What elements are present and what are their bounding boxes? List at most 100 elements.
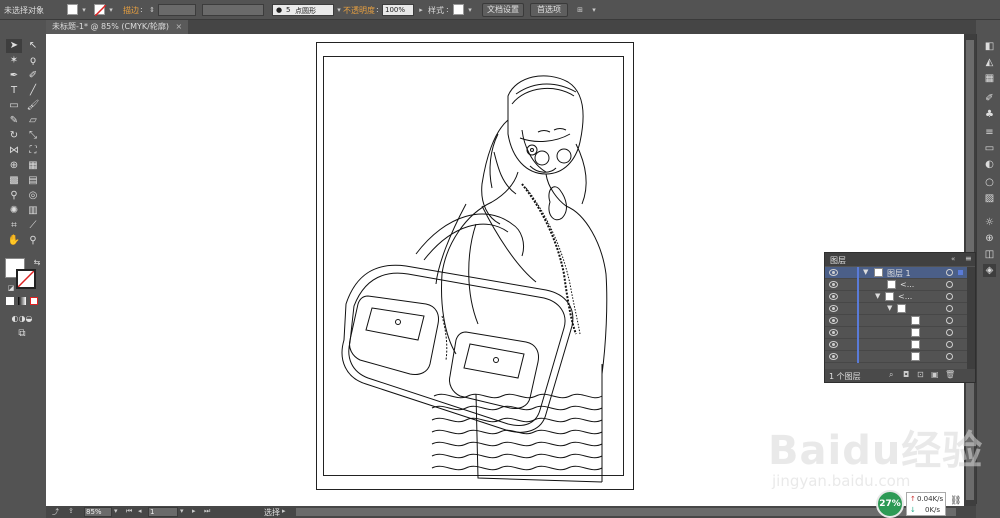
draw-modes-icon[interactable]: ◐◑◒ bbox=[4, 312, 40, 326]
network-usage-badge[interactable]: 27% bbox=[876, 490, 904, 518]
fill-dropdown-icon[interactable]: ▾ bbox=[80, 6, 88, 14]
artboard-dropdown-icon[interactable]: ▾ bbox=[180, 507, 184, 515]
stroke-weight-stepper-icon[interactable]: ⇕ bbox=[148, 6, 156, 14]
artboard-tool-icon[interactable]: ⌗ bbox=[6, 219, 22, 233]
eraser-tool-icon[interactable]: ▱ bbox=[25, 114, 41, 128]
target-circle-icon[interactable] bbox=[946, 305, 953, 312]
type-tool-icon[interactable]: T bbox=[6, 84, 22, 98]
pen-tool-icon[interactable]: ✒ bbox=[6, 69, 22, 83]
first-artboard-icon[interactable]: ⏮ bbox=[126, 507, 132, 516]
rotate-tool-icon[interactable]: ↻ bbox=[6, 129, 22, 143]
last-artboard-icon[interactable]: ⏭ bbox=[204, 507, 210, 516]
stroke-panel-icon[interactable]: ≡ bbox=[983, 126, 996, 139]
symbols-panel-icon[interactable]: ♣ bbox=[983, 108, 996, 121]
eyedropper-tool-icon[interactable]: ⚲ bbox=[6, 189, 22, 203]
stroke-label[interactable]: 描边 bbox=[123, 5, 139, 16]
swatches-panel-icon[interactable]: ▦ bbox=[983, 72, 996, 85]
target-circle-icon[interactable] bbox=[946, 317, 953, 324]
network-monitor[interactable]: 27% ↑ 0.04K/s ↓ 0K/s ⛓ bbox=[876, 488, 968, 518]
clipping-mask-icon[interactable]: ◘ bbox=[903, 370, 909, 379]
layers-panel-header[interactable]: 图层 « ≡ bbox=[825, 253, 975, 266]
visibility-eye-icon[interactable] bbox=[829, 281, 838, 288]
align-icon[interactable]: ⊞ bbox=[575, 6, 585, 14]
preferences-button[interactable]: 首选项 bbox=[530, 3, 568, 17]
layers-scrollbar[interactable] bbox=[967, 267, 975, 369]
layers-panel-title[interactable]: 图层 bbox=[830, 255, 846, 266]
target-circle-icon[interactable] bbox=[946, 269, 953, 276]
share-icon[interactable]: ⤴ bbox=[52, 507, 59, 517]
style-swatch[interactable] bbox=[453, 4, 464, 15]
symbol-sprayer-tool-icon[interactable]: ✺ bbox=[6, 204, 22, 218]
variable-width-profile[interactable] bbox=[202, 4, 264, 16]
zoom-field[interactable]: 85% bbox=[84, 507, 112, 517]
color-guide-icon[interactable]: ◭ bbox=[983, 56, 996, 69]
stroke-color-box[interactable] bbox=[16, 269, 36, 289]
perspective-grid-tool-icon[interactable]: ▦ bbox=[25, 159, 41, 173]
transform-panel-icon[interactable]: ⊕ bbox=[983, 232, 996, 245]
layer-row[interactable] bbox=[825, 315, 967, 327]
visibility-eye-icon[interactable] bbox=[829, 329, 838, 336]
target-circle-icon[interactable] bbox=[946, 329, 953, 336]
column-graph-tool-icon[interactable]: ▥ bbox=[25, 204, 41, 218]
brushes-panel-icon[interactable]: ✐ bbox=[983, 92, 996, 105]
fill-swatch[interactable] bbox=[67, 4, 78, 15]
layer-row[interactable] bbox=[825, 327, 967, 339]
curvature-tool-icon[interactable]: ✐ bbox=[25, 69, 41, 83]
stroke-dropdown-icon[interactable]: ▾ bbox=[107, 6, 115, 14]
shape-builder-tool-icon[interactable]: ⊕ bbox=[6, 159, 22, 173]
layer-row[interactable]: ▼ 图层 1 bbox=[825, 267, 967, 279]
visibility-eye-icon[interactable] bbox=[829, 353, 838, 360]
target-circle-icon[interactable] bbox=[946, 353, 953, 360]
opacity-label[interactable]: 不透明度 bbox=[343, 5, 375, 16]
lasso-tool-icon[interactable]: ϙ bbox=[25, 54, 41, 68]
zoom-dropdown-icon[interactable]: ▾ bbox=[114, 507, 118, 515]
zoom-tool-icon[interactable]: ⚲ bbox=[25, 234, 41, 248]
graphic-styles-panel-icon[interactable]: ▨ bbox=[983, 192, 996, 205]
swap-colors-icon[interactable]: ⇆ bbox=[29, 256, 45, 270]
hand-tool-icon[interactable]: ✋ bbox=[6, 234, 22, 248]
target-circle-icon[interactable] bbox=[946, 281, 953, 288]
transparency-panel-icon[interactable]: ◐ bbox=[983, 158, 996, 171]
brush-dropdown-icon[interactable]: ▾ bbox=[335, 6, 343, 14]
magic-wand-tool-icon[interactable]: ✶ bbox=[6, 54, 22, 68]
stroke-swatch[interactable] bbox=[94, 4, 106, 16]
blend-tool-icon[interactable]: ◎ bbox=[25, 189, 41, 203]
selection-indicator[interactable] bbox=[958, 270, 963, 275]
appearance-panel-icon[interactable]: ○ bbox=[983, 176, 996, 189]
direct-selection-tool-icon[interactable]: ↖ bbox=[25, 39, 41, 53]
visibility-eye-icon[interactable] bbox=[829, 305, 838, 312]
opacity-field[interactable]: 100% bbox=[382, 4, 414, 16]
scale-tool-icon[interactable]: ⤡ bbox=[25, 129, 41, 143]
target-circle-icon[interactable] bbox=[946, 341, 953, 348]
locate-object-icon[interactable]: ⌕ bbox=[889, 370, 893, 380]
expand-triangle-icon[interactable]: ▼ bbox=[863, 268, 868, 276]
previous-artboard-icon[interactable]: ◂ bbox=[138, 507, 142, 515]
rectangle-tool-icon[interactable]: ▭ bbox=[6, 99, 22, 113]
visibility-eye-icon[interactable] bbox=[829, 269, 838, 276]
align-panel-icon[interactable]: ◫ bbox=[983, 248, 996, 261]
layer-name[interactable]: 图层 1 bbox=[887, 268, 911, 279]
paintbrush-tool-icon[interactable]: 🖌 bbox=[25, 99, 41, 113]
collapse-panel-icon[interactable]: « bbox=[951, 255, 955, 263]
brush-definition[interactable]: ● 5 点圆形 bbox=[272, 4, 334, 16]
layers-panel-icon[interactable]: ◈ bbox=[983, 264, 996, 277]
width-tool-icon[interactable]: ⋈ bbox=[6, 144, 22, 158]
free-transform-tool-icon[interactable]: ⛶ bbox=[25, 144, 41, 158]
opacity-arrow-icon[interactable]: ▸ bbox=[417, 6, 425, 14]
pencil-tool-icon[interactable]: ✎ bbox=[6, 114, 22, 128]
mesh-tool-icon[interactable]: ▩ bbox=[6, 174, 22, 188]
target-circle-icon[interactable] bbox=[946, 293, 953, 300]
default-colors-icon[interactable]: ◪ bbox=[3, 281, 19, 295]
close-tab-icon[interactable]: × bbox=[176, 20, 183, 34]
artboard-field[interactable]: 1 bbox=[148, 507, 178, 517]
sun-panel-icon[interactable]: ☼ bbox=[983, 216, 996, 229]
gradient-panel-icon[interactable]: ▭ bbox=[983, 142, 996, 155]
color-mode-icon[interactable] bbox=[6, 297, 14, 305]
layer-row[interactable]: ▼ <... bbox=[825, 291, 967, 303]
link-icon[interactable]: ⛓ bbox=[950, 496, 961, 506]
line-tool-icon[interactable]: ╱ bbox=[25, 84, 41, 98]
status-menu-icon[interactable]: ▸ bbox=[282, 507, 286, 515]
layer-row[interactable]: <... bbox=[825, 279, 967, 291]
layer-row[interactable]: ▼ bbox=[825, 303, 967, 315]
gradient-tool-icon[interactable]: ▤ bbox=[25, 174, 41, 188]
